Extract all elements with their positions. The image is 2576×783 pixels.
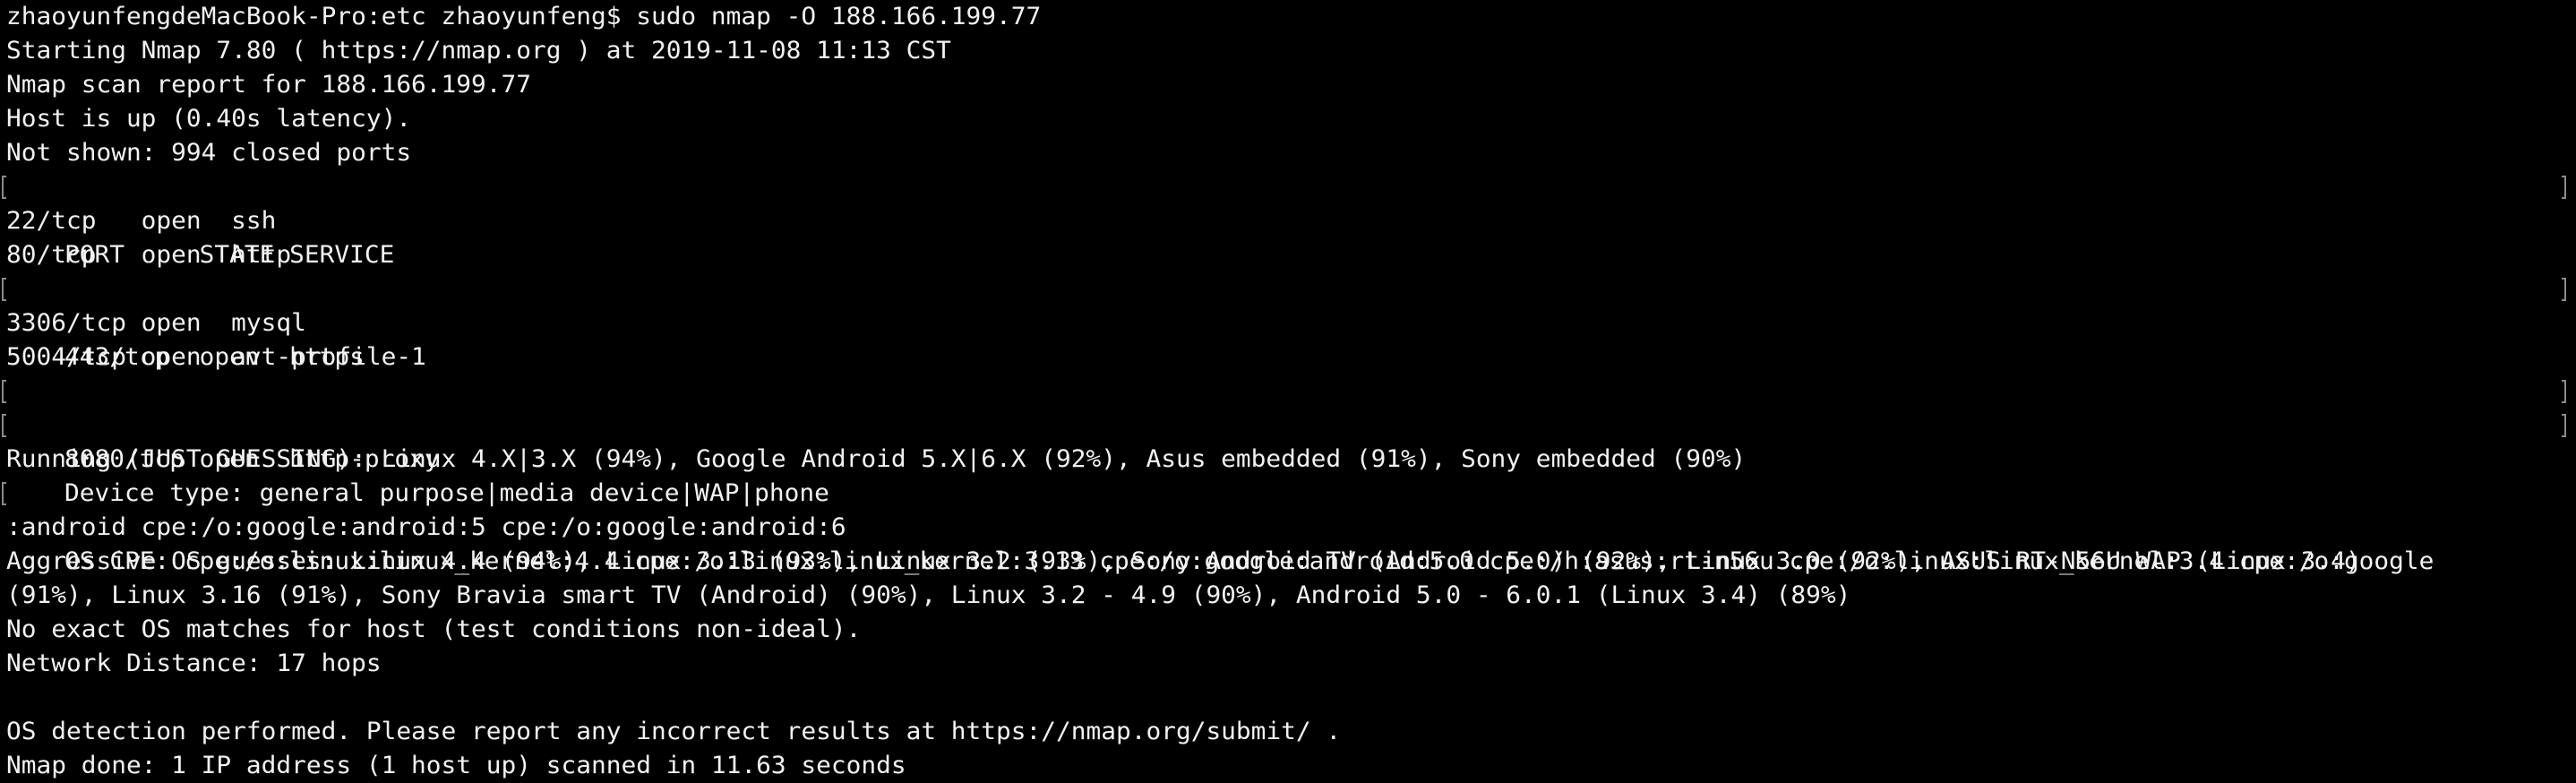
terminal-line: OS detection performed. Please report an… xyxy=(6,715,2576,749)
port-table-row: 5004/tcp open avt-profile-1 xyxy=(6,340,2576,374)
nmap-done-text: Nmap done: 1 IP address (1 host up) scan… xyxy=(6,752,906,779)
terminal-line: Network Distance: 17 hops xyxy=(6,647,2576,681)
line-marker-right xyxy=(2562,278,2566,301)
port-table-row: 443/tcp open https xyxy=(2,272,2576,371)
line-marker-left xyxy=(2,414,6,437)
aggressive-guesses-continued-text: (91%), Linux 3.16 (91%), Sony Bravia sma… xyxy=(6,581,1851,609)
port-table-row: 8080/tcp open http-proxy xyxy=(2,374,2576,473)
terminal-window[interactable]: zhaoyunfengdeMacBook-Pro:etc zhaoyunfeng… xyxy=(0,0,2576,783)
aggressive-guesses-text: Aggressive OS guesses: Linux 4.4 (94%), … xyxy=(6,547,2361,575)
no-exact-match-text: No exact OS matches for host (test condi… xyxy=(6,615,862,643)
os-cpe-continued-text: :android cpe:/o:google:android:5 cpe:/o:… xyxy=(6,513,846,541)
line-marker-left xyxy=(2,278,6,301)
line-marker-left xyxy=(2,482,6,505)
terminal-line: Nmap done: 1 IP address (1 host up) scan… xyxy=(6,749,2576,783)
terminal-line: Nmap scan report for 188.166.199.77 xyxy=(6,68,2576,102)
port-table-row: 22/tcp open ssh xyxy=(6,204,2576,238)
terminal-line: (91%), Linux 3.16 (91%), Sony Bravia sma… xyxy=(6,579,2576,613)
line-marker-right xyxy=(2562,414,2566,437)
line-marker-left xyxy=(2,380,6,403)
terminal-line: Starting Nmap 7.80 ( https://nmap.org ) … xyxy=(6,34,2576,68)
network-distance-text: Network Distance: 17 hops xyxy=(6,650,382,677)
terminal-line: Aggressive OS guesses: Linux 4.4 (94%), … xyxy=(6,545,2576,579)
terminal-line: OS CPE: cpe:/o:linux:linux_kernel:4.4 cp… xyxy=(2,477,2576,575)
terminal-line: Running (JUST GUESSING): Linux 4.X|3.X (… xyxy=(6,443,2576,477)
line-marker-right xyxy=(2562,380,2566,403)
terminal-line-command: zhaoyunfengdeMacBook-Pro:etc zhaoyunfeng… xyxy=(6,0,2576,34)
terminal-line: No exact OS matches for host (test condi… xyxy=(6,613,2576,647)
line-marker-left xyxy=(2,176,6,199)
scan-report-text: Nmap scan report for 188.166.199.77 xyxy=(6,71,532,99)
line-marker-right xyxy=(2562,176,2566,199)
port-table-row: 80/tcp open http xyxy=(6,238,2576,272)
port-row-text: 5004/tcp open avt-profile-1 xyxy=(6,343,426,371)
not-shown-text: Not shown: 994 closed ports xyxy=(6,139,412,167)
port-row-text: 80/tcp open http xyxy=(6,241,292,269)
port-row-text: 3306/tcp open mysql xyxy=(6,309,306,337)
terminal-line: Device type: general purpose|media devic… xyxy=(2,409,2576,507)
port-row-text: 22/tcp open ssh xyxy=(6,207,277,235)
port-table-row: 3306/tcp open mysql xyxy=(6,306,2576,340)
port-table-header: PORT STATE SERVICE xyxy=(2,170,2576,269)
command-prompt-text: zhaoyunfengdeMacBook-Pro:etc zhaoyunfeng… xyxy=(6,3,1042,30)
nmap-start-text: Starting Nmap 7.80 ( https://nmap.org ) … xyxy=(6,37,951,65)
terminal-line: Host is up (0.40s latency). xyxy=(6,102,2576,136)
os-detection-text: OS detection performed. Please report an… xyxy=(6,718,1342,745)
host-status-text: Host is up (0.40s latency). xyxy=(6,105,412,133)
terminal-line: Not shown: 994 closed ports xyxy=(6,136,2576,170)
terminal-line: :android cpe:/o:google:android:5 cpe:/o:… xyxy=(6,511,2576,545)
running-guess-text: Running (JUST GUESSING): Linux 4.X|3.X (… xyxy=(6,445,1747,473)
